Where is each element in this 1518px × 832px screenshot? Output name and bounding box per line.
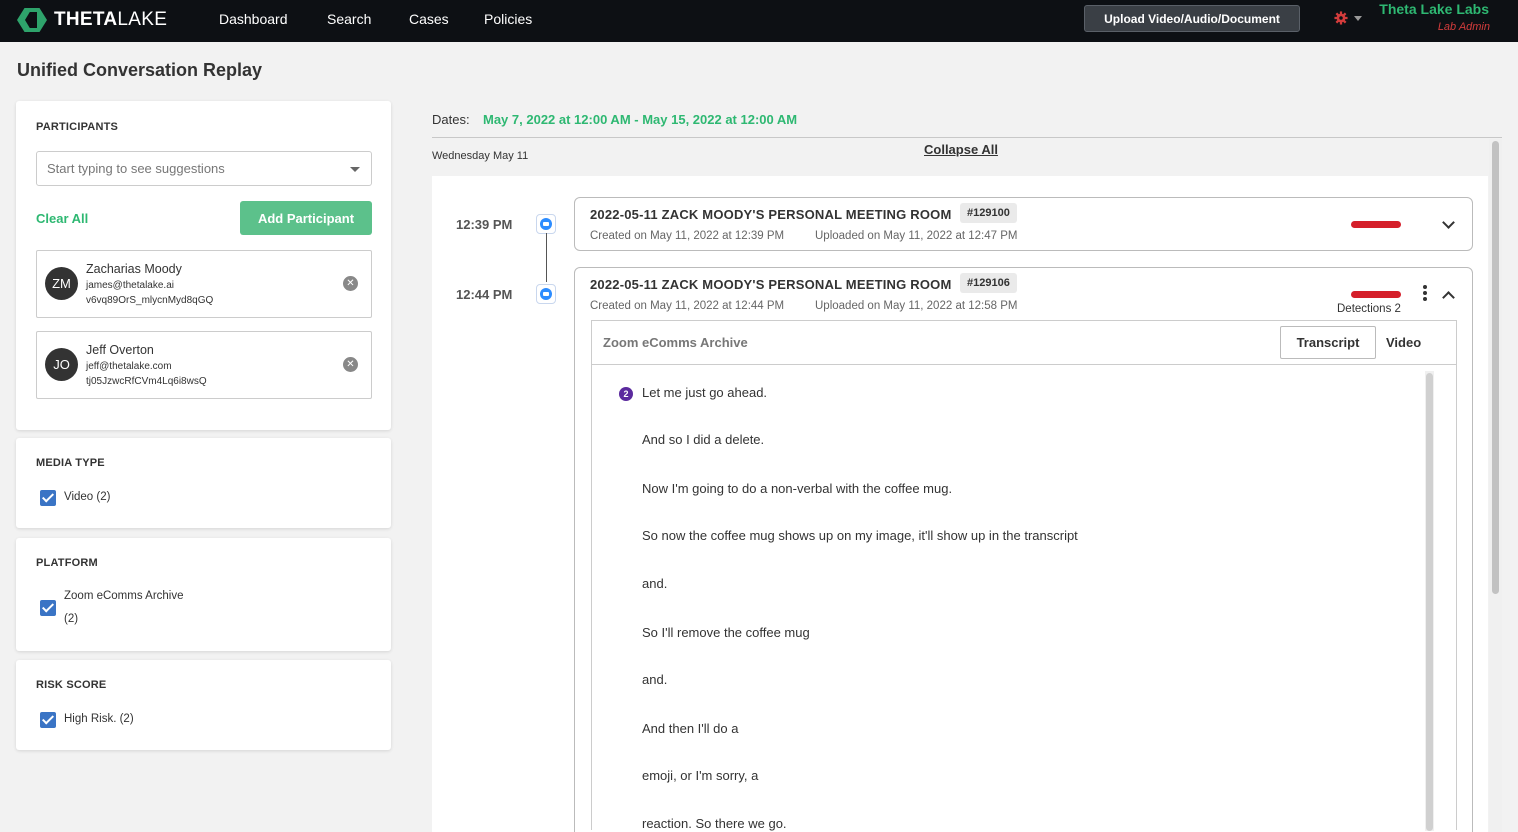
- video-checkbox-label[interactable]: Video (2): [64, 491, 110, 503]
- logo[interactable]: THETALAKE: [17, 7, 167, 33]
- participant-id: v6vq89OrS_mlycnMyd8qGQ: [86, 295, 214, 306]
- clear-all-button[interactable]: Clear All: [36, 211, 88, 226]
- record-time: 12:39 PM: [456, 217, 513, 232]
- media-type-panel: MEDIA TYPE Video (2): [16, 438, 391, 528]
- transcript-line: Now I'm going to do a non-verbal with th…: [642, 481, 953, 496]
- risk-score-panel: RISK SCORE High Risk. (2): [16, 660, 391, 750]
- remove-participant-icon[interactable]: ✕: [343, 357, 358, 372]
- timeline-connector: [546, 233, 547, 282]
- transcript-line: So now the coffee mug shows up on my ima…: [642, 528, 1078, 543]
- gear-icon[interactable]: [1334, 11, 1348, 25]
- day-label: Wednesday May 11: [432, 150, 529, 162]
- add-participant-button[interactable]: Add Participant: [240, 201, 372, 235]
- participant-name: Jeff Overton: [86, 343, 154, 357]
- record-title[interactable]: 2022-05-11 ZACK MOODY'S PERSONAL MEETING…: [590, 277, 951, 292]
- participants-title: PARTICIPANTS: [36, 121, 119, 133]
- speaker-badge: 2: [619, 387, 633, 401]
- page-title: Unified Conversation Replay: [17, 60, 263, 80]
- settings-chevron-down-icon[interactable]: [1354, 16, 1362, 21]
- record-time: 12:44 PM: [456, 287, 513, 302]
- transcript-line: And so I did a delete.: [642, 432, 765, 447]
- transcript-line: So I'll remove the coffee mug: [642, 625, 810, 640]
- record-created: Created on May 11, 2022 at 12:44 PM: [590, 300, 785, 312]
- zoom-archive-label[interactable]: Zoom eComms Archive: [64, 590, 184, 602]
- zoom-archive-checkbox[interactable]: [40, 600, 56, 616]
- participant-card: ZM Zacharias Moody james@thetalake.ai v6…: [36, 250, 372, 318]
- dates-label: Dates:: [432, 112, 470, 127]
- record-card[interactable]: 2022-05-11 ZACK MOODY'S PERSONAL MEETING…: [574, 197, 1473, 251]
- record-uploaded: Uploaded on May 11, 2022 at 12:58 PM: [815, 300, 1018, 312]
- logo-text-light: LAKE: [117, 9, 168, 30]
- avatar: JO: [45, 348, 78, 381]
- high-risk-indicator: [1351, 291, 1401, 298]
- participant-email: jeff@thetalake.com: [86, 361, 172, 372]
- detections-count: Detections 2: [1337, 303, 1401, 315]
- nav-cases[interactable]: Cases: [409, 11, 449, 27]
- transcript-line: and.: [642, 576, 668, 591]
- nav-dashboard[interactable]: Dashboard: [219, 11, 288, 27]
- org-name[interactable]: Theta Lake Labs: [1379, 1, 1489, 17]
- record-card-expanded: 2022-05-11 ZACK MOODY'S PERSONAL MEETING…: [574, 267, 1473, 832]
- org-role: Lab Admin: [1437, 21, 1490, 33]
- record-title[interactable]: 2022-05-11 ZACK MOODY'S PERSONAL MEETING…: [590, 207, 951, 222]
- chevron-down-icon[interactable]: [1442, 216, 1455, 229]
- participant-card: JO Jeff Overton jeff@thetalake.com tj05J…: [36, 331, 372, 399]
- tab-video[interactable]: Video: [1386, 335, 1421, 350]
- high-risk-indicator: [1351, 221, 1401, 228]
- remove-participant-icon[interactable]: ✕: [343, 276, 358, 291]
- transcript-line: And then I'll do a: [642, 721, 739, 736]
- transcript-line: emoji, or I'm sorry, a: [642, 768, 759, 783]
- platform-name: Zoom eComms Archive: [603, 335, 748, 350]
- transcript-scrollbar-thumb[interactable]: [1426, 373, 1433, 831]
- participant-search-input[interactable]: Start typing to see suggestions: [36, 151, 372, 186]
- collapse-all-button[interactable]: Collapse All: [924, 142, 998, 157]
- platform-panel: PLATFORM Zoom eComms Archive (2): [16, 538, 391, 651]
- divider: [432, 137, 1502, 138]
- nav-policies[interactable]: Policies: [484, 11, 532, 27]
- logo-text-bold: THETA: [54, 9, 118, 30]
- theta-lake-logo-icon: [17, 8, 47, 32]
- platform-title: PLATFORM: [36, 557, 98, 569]
- conversation-panel: Zoom eComms Archive Transcript Video 2 L…: [591, 320, 1457, 831]
- participant-search-placeholder: Start typing to see suggestions: [47, 161, 225, 176]
- transcript-line: reaction. So there we go.: [642, 816, 787, 831]
- participants-panel: PARTICIPANTS Start typing to see suggest…: [16, 101, 391, 430]
- record-id-badge: #129106: [960, 273, 1017, 293]
- dates-value[interactable]: May 7, 2022 at 12:00 AM - May 15, 2022 a…: [483, 112, 797, 127]
- record-id-badge: #129100: [960, 203, 1017, 223]
- upload-button[interactable]: Upload Video/Audio/Document: [1084, 5, 1300, 32]
- video-checkbox[interactable]: [40, 490, 56, 506]
- transcript-line: and.: [642, 672, 668, 687]
- page-scrollbar-thumb[interactable]: [1492, 141, 1499, 594]
- media-type-title: MEDIA TYPE: [36, 457, 105, 469]
- transcript-line: Let me just go ahead.: [642, 385, 768, 400]
- top-nav: THETALAKE Dashboard Search Cases Policie…: [0, 0, 1518, 42]
- zoom-video-icon: [536, 214, 556, 234]
- nav-search[interactable]: Search: [327, 11, 371, 27]
- participant-id: tj05JzwcRfCVm4Lq6i8wsQ: [86, 376, 207, 387]
- participant-name: Zacharias Moody: [86, 262, 182, 276]
- participant-email: james@thetalake.ai: [86, 280, 174, 291]
- tab-transcript[interactable]: Transcript: [1280, 326, 1376, 359]
- chevron-down-icon[interactable]: [350, 167, 360, 172]
- record-created: Created on May 11, 2022 at 12:39 PM: [590, 230, 785, 242]
- zoom-archive-count[interactable]: (2): [64, 613, 78, 625]
- high-risk-checkbox[interactable]: [40, 712, 56, 728]
- more-options-icon[interactable]: [1423, 285, 1427, 303]
- risk-score-title: RISK SCORE: [36, 679, 107, 691]
- chevron-up-icon[interactable]: [1442, 291, 1455, 304]
- high-risk-label[interactable]: High Risk. (2): [64, 713, 134, 725]
- zoom-video-icon: [536, 284, 556, 304]
- divider: [592, 364, 1456, 365]
- avatar: ZM: [45, 267, 78, 300]
- record-uploaded: Uploaded on May 11, 2022 at 12:47 PM: [815, 230, 1018, 242]
